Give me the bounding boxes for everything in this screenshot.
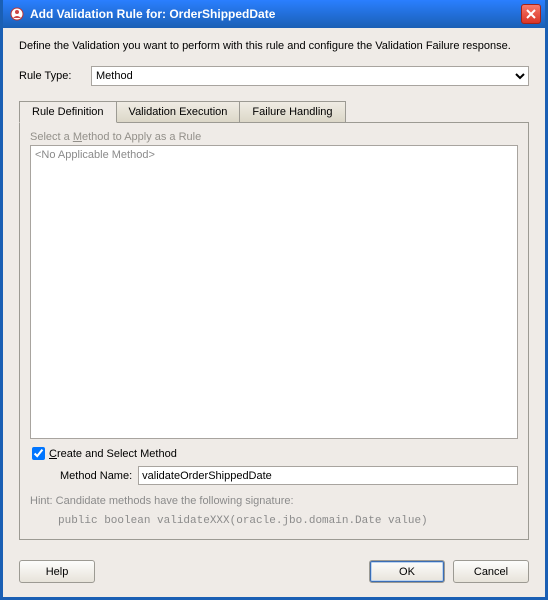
create-method-label: Create and Select Method — [49, 448, 177, 460]
tab-failure-handling[interactable]: Failure Handling — [240, 101, 345, 123]
rule-type-label: Rule Type: — [19, 70, 91, 82]
dialog-window: Add Validation Rule for: OrderShippedDat… — [0, 0, 548, 600]
tab-rule-definition[interactable]: Rule Definition — [19, 101, 117, 123]
create-method-row: Create and Select Method — [30, 447, 518, 460]
method-name-input[interactable] — [138, 466, 518, 485]
rule-type-row: Rule Type: Method — [19, 66, 529, 86]
intro-text: Define the Validation you want to perfor… — [19, 40, 529, 52]
method-name-row: Method Name: — [30, 466, 518, 485]
rule-type-select[interactable]: Method — [91, 66, 529, 86]
help-button[interactable]: Help — [19, 560, 95, 583]
cancel-button[interactable]: Cancel — [453, 560, 529, 583]
app-icon — [9, 6, 25, 22]
ok-button[interactable]: OK — [369, 560, 445, 583]
hint-text: Hint: Candidate methods have the followi… — [30, 493, 518, 529]
tab-validation-execution[interactable]: Validation Execution — [117, 101, 241, 123]
create-method-checkbox[interactable] — [32, 447, 45, 460]
method-list-empty: <No Applicable Method> — [35, 149, 155, 161]
method-name-label: Method Name: — [60, 470, 132, 482]
footer-spacer — [103, 560, 361, 583]
tab-bar: Rule Definition Validation Execution Fai… — [19, 101, 529, 123]
dialog-footer: Help OK Cancel — [3, 550, 545, 597]
tab-panel-definition: Select a Method to Apply as a Rule <No A… — [19, 122, 529, 540]
title-bar: Add Validation Rule for: OrderShippedDat… — [3, 0, 545, 28]
method-list[interactable]: <No Applicable Method> — [30, 145, 518, 439]
window-title: Add Validation Rule for: OrderShippedDat… — [30, 7, 521, 21]
close-button[interactable] — [521, 4, 541, 24]
method-select-label: Select a Method to Apply as a Rule — [30, 131, 518, 143]
dialog-content: Define the Validation you want to perfor… — [3, 28, 545, 550]
